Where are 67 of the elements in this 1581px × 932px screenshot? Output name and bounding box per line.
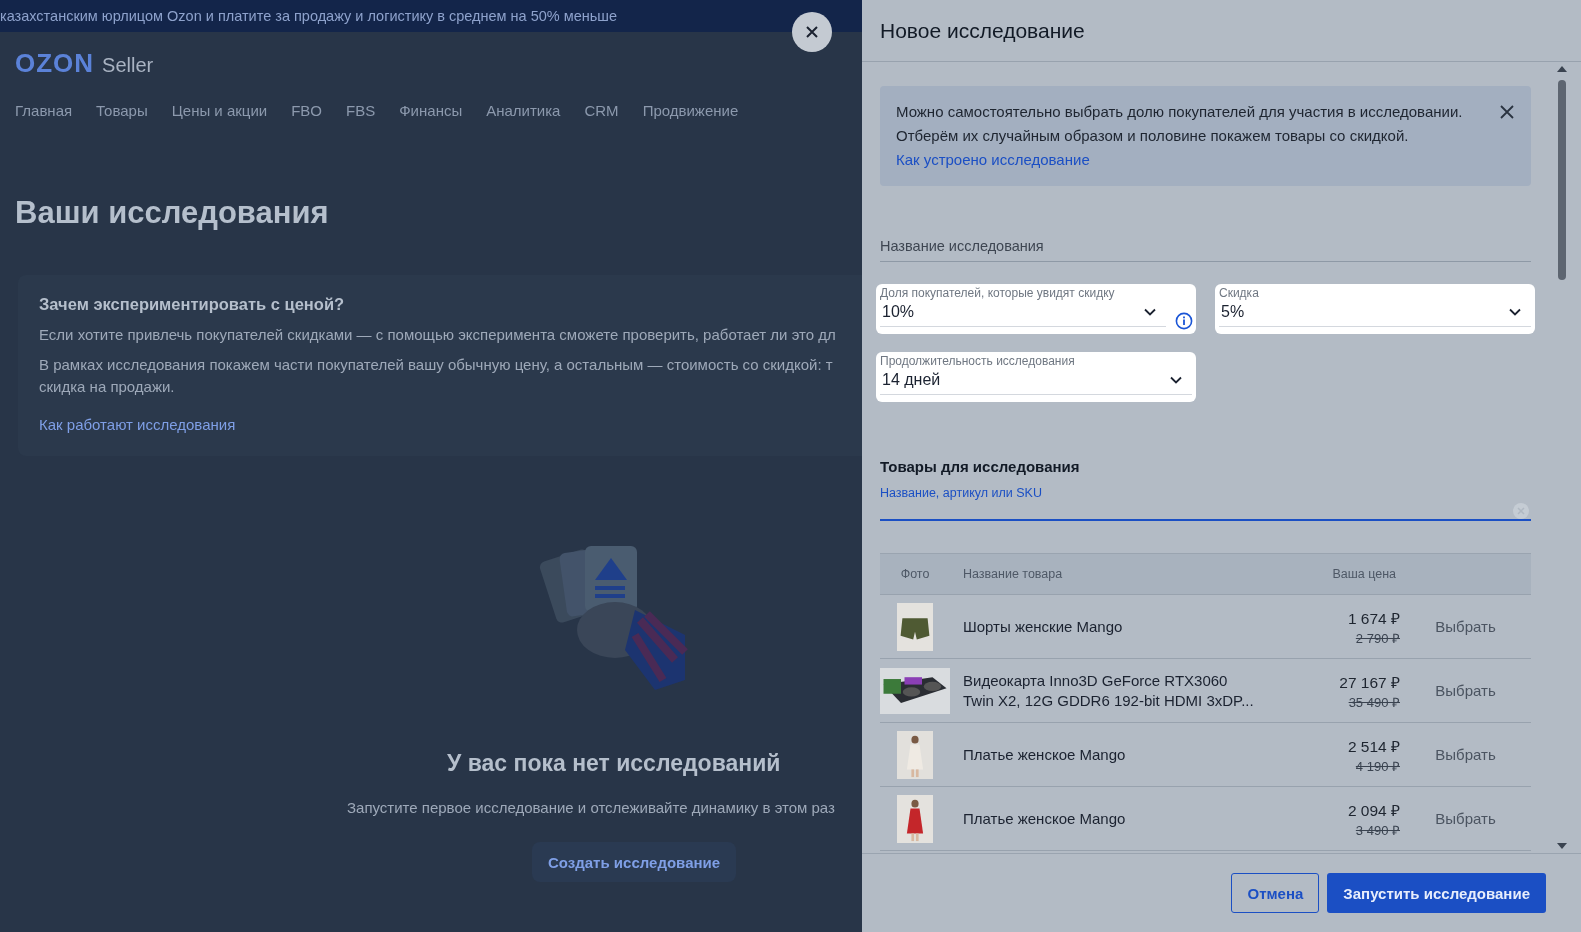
logo-suffix: Seller	[102, 54, 154, 77]
drawer-title: Новое исследование	[880, 18, 1085, 43]
select-field[interactable]: Доля покупателей, которые увидят скидку 10%	[876, 284, 1196, 334]
field-label: Название, артикул или SKU	[880, 486, 1042, 500]
scroll-up-icon[interactable]	[1556, 66, 1567, 72]
card-text: В рамках исследования покажем части покупателей вашу обычную цену, а остальным — стоимость со скидкой: т	[39, 355, 834, 375]
price: 27 167 ₽	[1339, 672, 1400, 693]
nav-item[interactable]: FBO	[291, 102, 323, 119]
cancel-button[interactable]: Отмена	[1231, 873, 1320, 913]
nav-item[interactable]: Финансы	[399, 102, 463, 119]
select-link[interactable]: Выбрать	[1435, 810, 1496, 827]
column-header: Фото	[899, 567, 931, 581]
nav-item[interactable]: CRM	[584, 102, 619, 119]
card-text: скидка на продажи.	[39, 377, 176, 397]
table-cell-text: Видеокарта Inno3D GeForce RTX3060 Twin X2, 12G GDDR6 192-bit HDMI 3xDP...	[963, 670, 1255, 711]
empty-state-text: Запустите первое исследование и отслеживайте динамику в этом раз	[347, 799, 836, 816]
field-label: Скидка	[1219, 286, 1260, 300]
old-price: 3 490 ₽	[1355, 821, 1400, 839]
nav-item[interactable]: FBS	[346, 102, 376, 119]
notice-text: Можно самостоятельно выбрать долю покупателей для участия в исследовании. Отберём их случайным образом и половине покажем товары со скидкой. Как устроено исследование	[896, 102, 1464, 170]
old-price: 2 790 ₽	[1355, 629, 1400, 647]
card-link[interactable]: Как работают исследования	[39, 416, 236, 433]
nav-item[interactable]: Товары	[96, 102, 148, 119]
scroll-down-icon[interactable]	[1556, 843, 1567, 849]
table-cell-text: Платье женское Mango	[963, 744, 1127, 765]
old-price: 4 190 ₽	[1355, 757, 1400, 775]
nav-item[interactable]: Аналитика	[486, 102, 561, 119]
info-icon[interactable]	[1175, 312, 1193, 330]
select-link[interactable]: Выбрать	[1435, 746, 1496, 763]
nav-item[interactable]: Продвижение	[642, 102, 739, 119]
field-value: 5%	[1221, 303, 1245, 321]
price: 1 674 ₽	[1347, 608, 1400, 629]
empty-state-title: У вас пока нет исследований	[447, 750, 782, 777]
select-link[interactable]: Выбрать	[1435, 682, 1496, 699]
card-title: Зачем экспериментировать с ценой?	[39, 295, 346, 314]
select-field[interactable]: Скидка 5%	[1215, 284, 1535, 334]
column-header: Название товара	[963, 567, 1064, 581]
select-link[interactable]: Выбрать	[1435, 618, 1496, 635]
logo[interactable]: OZON	[15, 48, 95, 79]
old-price: 35 490 ₽	[1348, 693, 1400, 711]
table-cell-text: Шорты женские Mango	[963, 616, 1124, 637]
select-field[interactable]: Продолжительность исследования 14 дней	[876, 352, 1196, 402]
column-header: Ваша цена	[1331, 567, 1397, 581]
price: 2 514 ₽	[1347, 736, 1400, 757]
chevron-down-icon	[1144, 308, 1156, 316]
field-label: Доля покупателей, которые увидят скидку	[880, 286, 1116, 300]
nav-item[interactable]: Главная	[15, 102, 73, 119]
notice-link[interactable]: Как устроено исследование	[896, 151, 1090, 168]
nav-item[interactable]: Цены и акции	[171, 102, 268, 119]
table-cell-text: Платье женское Mango	[963, 808, 1127, 829]
field-value: 10%	[882, 303, 915, 321]
banner-text: казахстанским юрлицом Ozon и платите за продажу и логистику в среднем на 50% меньше	[0, 8, 618, 24]
page-title: Ваши исследования	[14, 194, 330, 231]
price: 2 094 ₽	[1347, 800, 1400, 821]
submit-button[interactable]: Запустить исследование	[1327, 873, 1546, 913]
field-value: 14 дней	[882, 371, 941, 389]
close-icon	[804, 24, 820, 40]
name-field[interactable]: Название исследования	[880, 230, 1531, 262]
create-button[interactable]: Создать исследование	[532, 842, 737, 882]
scrollbar-thumb[interactable]	[1557, 80, 1566, 280]
search-field[interactable]: Название, артикул или SKU	[880, 483, 1531, 521]
chevron-down-icon	[1509, 308, 1521, 316]
field-label: Продолжительность исследования	[880, 354, 1076, 368]
section-title: Товары для исследования	[880, 458, 1081, 475]
close-icon[interactable]	[1499, 104, 1515, 120]
card-text: Если хотите привлечь покупателей скидками — с помощью эксперимента сможете проверить, работает ли это дл	[39, 325, 837, 345]
chevron-down-icon	[1170, 376, 1182, 384]
